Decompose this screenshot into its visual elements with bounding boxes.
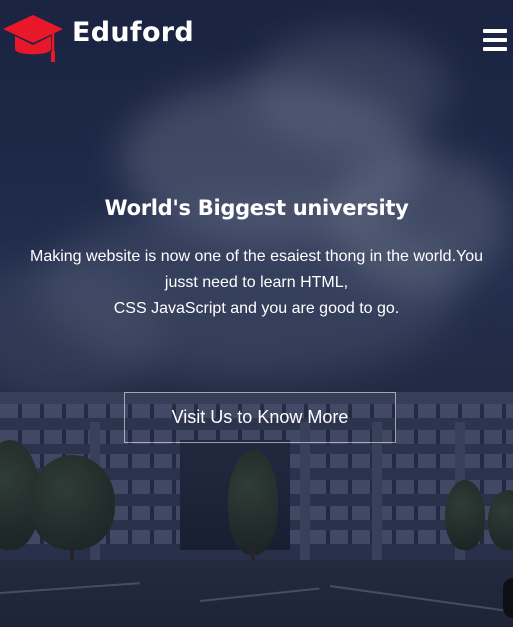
menu-bar xyxy=(483,47,507,51)
graduation-cap-icon xyxy=(3,15,63,62)
description-line: CSS JavaScript and you are good to go. xyxy=(113,300,400,317)
description-line: jusst need to learn HTML, xyxy=(164,274,349,291)
brand-name: Eduford xyxy=(72,16,195,48)
hero-description: Making website is now one of the esaiest… xyxy=(7,244,507,322)
hero-headline: World's Biggest university xyxy=(104,196,409,220)
site-header: Eduford xyxy=(0,0,513,70)
menu-bar xyxy=(483,38,507,42)
menu-bar xyxy=(483,29,507,33)
corner-widget xyxy=(503,578,513,618)
logo-link[interactable]: Eduford xyxy=(2,12,194,64)
hero-content: World's Biggest university Making websit… xyxy=(0,196,513,322)
visit-us-button[interactable]: Visit Us to Know More xyxy=(124,392,396,443)
description-line: Making website is now one of the esaiest… xyxy=(29,248,484,265)
hamburger-menu-icon[interactable] xyxy=(483,29,507,51)
hero-section: Eduford World's Biggest university Makin… xyxy=(0,0,513,627)
